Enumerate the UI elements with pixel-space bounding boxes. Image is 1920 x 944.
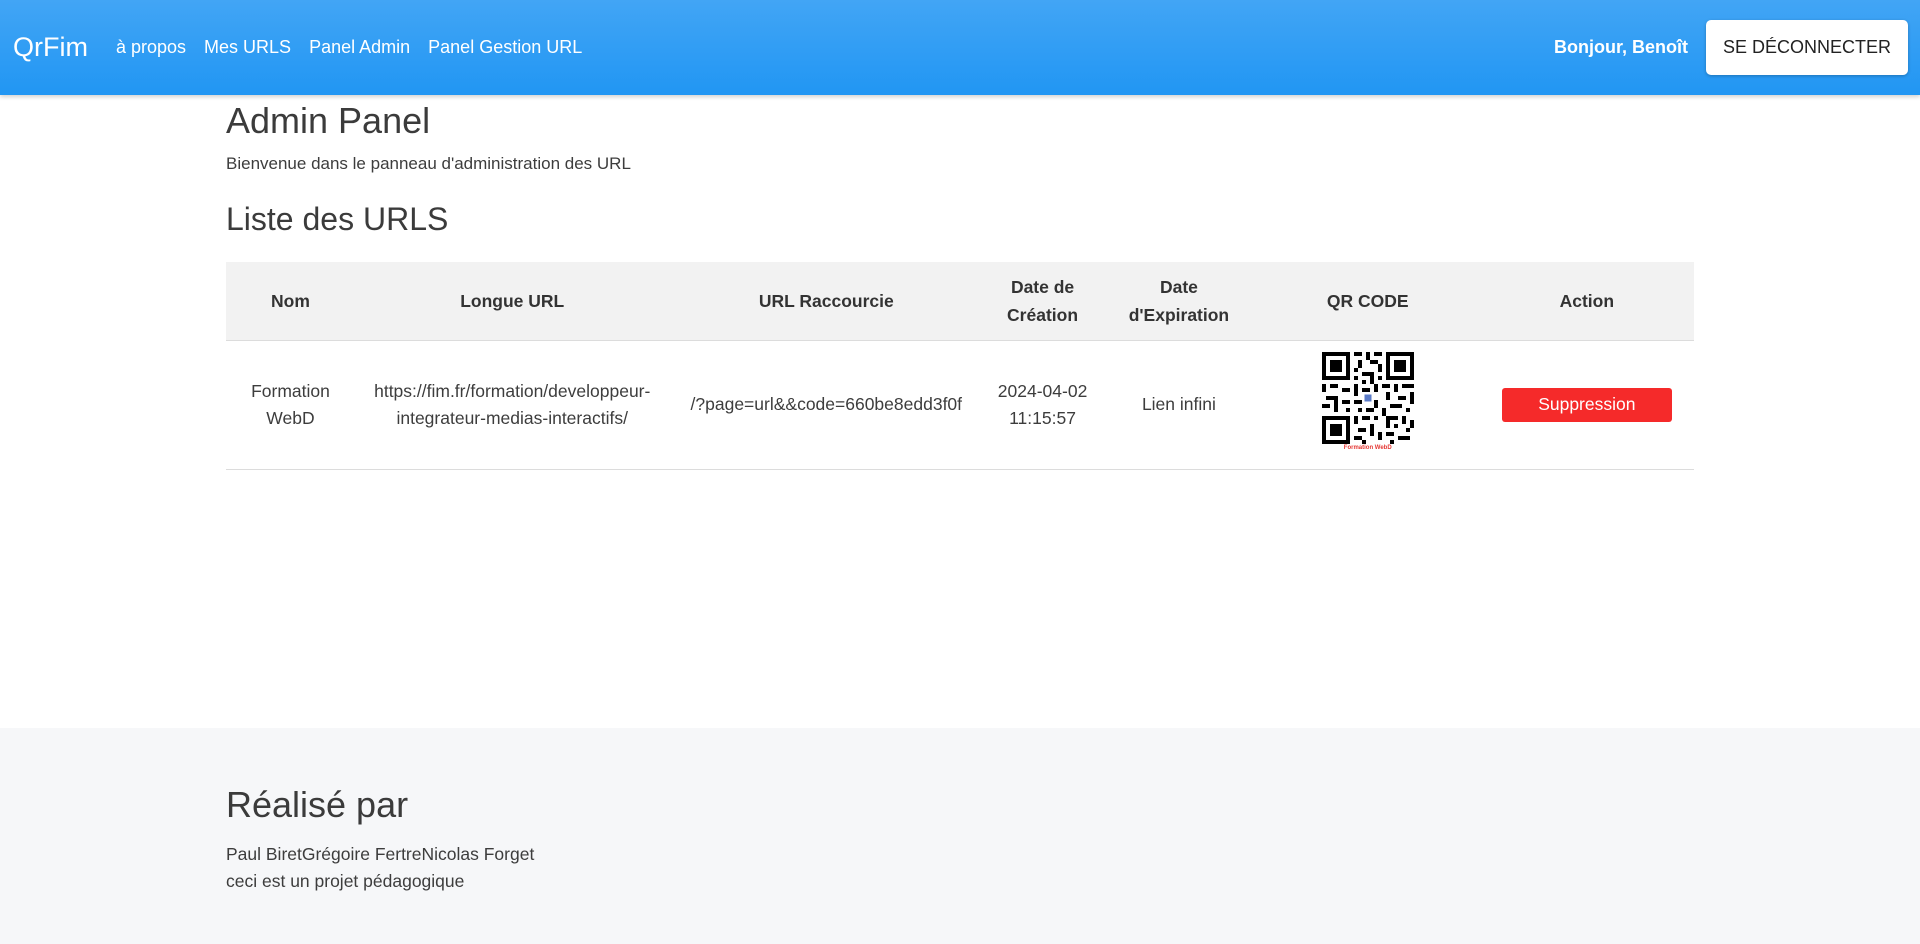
cell-expiration-date: Lien infini [1141, 394, 1216, 414]
top-navbar: QrFim à propos Mes URLS Panel Admin Pane… [0, 0, 1920, 95]
main-content: Admin Panel Bienvenue dans le panneau d'… [226, 95, 1694, 470]
nav-link-admin-panel[interactable]: Panel Admin [309, 37, 410, 58]
footer-title: Réalisé par [226, 784, 409, 825]
nav-link-about[interactable]: à propos [116, 37, 186, 58]
logout-button[interactable]: SE DÉCONNECTER [1705, 20, 1908, 75]
brand-logo[interactable]: QrFim [13, 32, 88, 63]
cell-qr-code: Formation WebD [1256, 340, 1480, 469]
qr-code-graphic [1321, 352, 1414, 444]
header-creation-date: Date de Création [1007, 276, 1079, 325]
nav-link-my-urls[interactable]: Mes URLS [204, 37, 291, 58]
nav-link-url-management[interactable]: Panel Gestion URL [428, 37, 582, 58]
url-list-title: Liste des URLS [226, 201, 449, 237]
footer-note: ceci est un projet pédagogique [226, 871, 465, 891]
header-name: Nom [271, 290, 310, 311]
cell-long-url: https://fim.fr/formation/developpeur-int… [374, 380, 651, 428]
header-expiration-date: Date d'Expiration [1128, 276, 1230, 325]
table-header-row: Nom Longue URL URL Raccourcie Date de Cr… [226, 262, 1694, 340]
page-title: Admin Panel [226, 100, 431, 141]
cell-name: Formation WebD [251, 380, 330, 428]
cell-action: Suppression [1480, 340, 1694, 469]
footer-authors: Paul BiretGrégoire FertreNicolas Forget [226, 844, 535, 864]
footer-content: Réalisé par Paul BiretGrégoire FertreNic… [226, 783, 534, 895]
header-qr-code: QR CODE [1326, 290, 1409, 311]
qr-code-caption: Formation WebD [1343, 445, 1392, 451]
cell-short-url: /?page=url&&code=660be8edd3f0f [690, 394, 963, 414]
header-long-url: Longue URL [460, 290, 565, 311]
page-footer: Réalisé par Paul BiretGrégoire FertreNic… [0, 728, 1920, 944]
cell-creation-date: 2024-04-02 11:15:57 [997, 380, 1088, 428]
header-short-url: URL Raccourcie [758, 290, 894, 311]
page-subtitle: Bienvenue dans le panneau d'administrati… [226, 154, 631, 173]
user-greeting: Bonjour, Benoît [1553, 37, 1688, 57]
header-action: Action [1559, 290, 1615, 311]
delete-url-button[interactable]: Suppression [1501, 387, 1672, 422]
qr-code-image[interactable]: Formation WebD [1321, 352, 1414, 456]
table-row: Formation WebD https://fim.fr/formation/… [226, 340, 1694, 469]
url-table: Nom Longue URL URL Raccourcie Date de Cr… [226, 262, 1694, 470]
